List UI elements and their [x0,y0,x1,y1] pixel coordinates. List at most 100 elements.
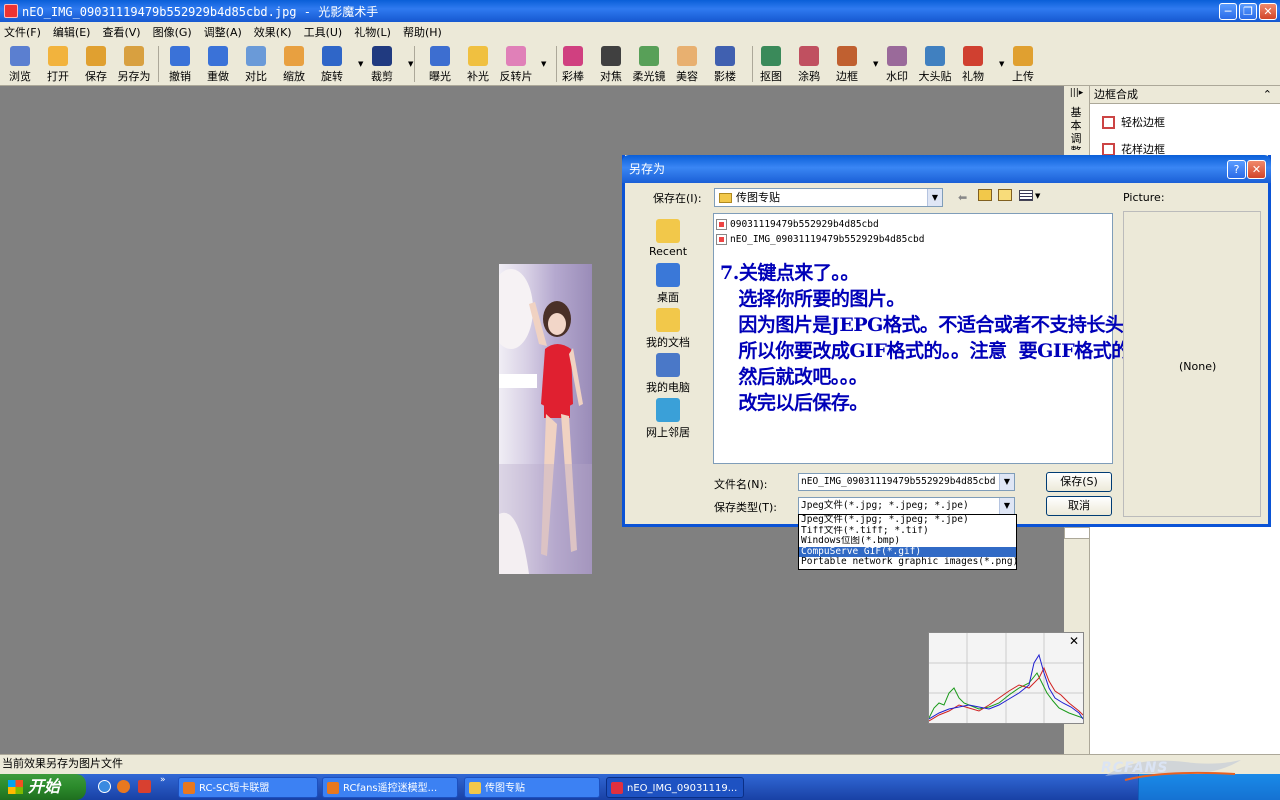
ie-icon[interactable] [98,780,111,793]
menu-item[interactable]: 效果(K) [254,24,292,40]
toolbar-button[interactable]: 打开 [41,44,75,84]
filetype-option[interactable]: CompuServe GIF(*.gif) [799,546,1016,557]
save-in-select[interactable]: 传图专贴 ▼ [714,188,943,207]
toolbar-button[interactable]: 撤销 [163,44,197,84]
panel-item-easy-frame[interactable]: 轻松边框 [1102,114,1165,130]
place-label: Recent [648,245,688,258]
help-button[interactable]: ? [1227,160,1246,179]
filetype-dropdown-list[interactable]: Jpeg文件(*.jpg; *.jpeg; *.jpe) Tiff文件(*.tif… [798,514,1017,570]
place-recent[interactable]: Recent [634,219,702,258]
up-folder-icon[interactable] [978,189,992,201]
toolbar-button[interactable]: 旋转 [315,44,349,84]
toolbar-button[interactable]: 反转片 [499,44,533,84]
dropdown-arrow-icon[interactable]: ▼ [999,60,1004,68]
dropdown-arrow-icon[interactable]: ▼ [408,60,413,68]
toolbar-button[interactable]: 裁剪 [365,44,399,84]
filetype-option[interactable]: Jpeg文件(*.jpg; *.jpeg; *.jpe) [799,515,1016,526]
new-folder-icon[interactable] [998,189,1012,201]
app-launch-icon[interactable] [138,780,151,793]
app-icon [183,782,195,794]
toolbar-button[interactable]: 涂鸦 [792,44,826,84]
toolbar-button[interactable]: 对比 [239,44,273,84]
toolbar-button[interactable]: 影楼 [708,44,742,84]
dropdown-arrow-icon[interactable]: ▼ [541,60,546,68]
firefox-icon[interactable] [117,780,130,793]
filetype-option[interactable]: Portable network graphic images(*.png) [799,557,1016,568]
panel-scroll-tab[interactable] [1064,527,1090,539]
back-icon[interactable]: ⬅ [958,191,967,204]
restore-button[interactable]: ❐ [1239,3,1257,20]
taskbar-task[interactable]: nEO_IMG_09031119... [606,777,744,798]
chevron-down-icon[interactable]: ▼ [999,474,1014,490]
eye-icon [10,46,30,66]
toolbar-button[interactable]: 大头贴 [918,44,952,84]
view-dropdown-icon[interactable]: ▼ [1035,192,1040,200]
menu-item[interactable]: 文件(F) [4,24,41,40]
toolbar-button[interactable]: 彩棒 [556,44,590,84]
dropdown-arrow-icon[interactable]: ▼ [873,60,878,68]
photo-canvas[interactable] [489,264,592,574]
filetype-select[interactable]: Jpeg文件(*.jpg; *.jpeg; *.jpe) ▼ [798,497,1015,515]
close-button[interactable]: ✕ [1259,3,1277,20]
taskbar-task[interactable]: 传图专贴 [464,777,600,798]
chevron-down-icon[interactable]: ▼ [999,498,1014,514]
chevron-down-icon[interactable]: ▼ [927,189,942,206]
menu-item[interactable]: 查看(V) [102,24,140,40]
save-button[interactable]: 保存(S) [1046,472,1112,492]
filename-input[interactable]: nEO_IMG_09031119479b552929b4d85cbd ▼ [798,473,1015,491]
window-title: nEO_IMG_09031119479b552929b4d85cbd.jpg -… [22,4,379,19]
toolbar-button[interactable]: 抠图 [754,44,788,84]
redo-icon [208,46,228,66]
exposure-icon [430,46,450,66]
menu-item[interactable]: 礼物(L) [354,24,391,40]
file-item[interactable]: 09031119479b552929b4d85cbd [714,217,1112,232]
tutorial-annotation: 7.关键点来了。。 选择你所要的图片。 因为图片是JEPG格式。不适合或者不支持… [720,260,1142,416]
quicklaunch-more-icon[interactable]: » [160,775,166,785]
file-item[interactable]: nEO_IMG_09031119479b552929b4d85cbd [714,232,1112,247]
toolbar-button[interactable]: 补光 [461,44,495,84]
toolbar-button[interactable]: 浏览 [3,44,37,84]
toolbar-button[interactable]: 另存为 [117,44,151,84]
toolbar-button[interactable]: 礼物 [956,44,990,84]
close-icon[interactable]: ✕ [1069,634,1079,648]
toolbar-button[interactable]: 缩放 [277,44,311,84]
collapse-panel-icon[interactable]: |||▸ [1064,88,1089,98]
toolbar-button[interactable]: 对焦 [594,44,628,84]
cancel-button[interactable]: 取消 [1046,496,1112,516]
toolbar-label: 礼物 [962,70,984,83]
dialog-close-button[interactable]: ✕ [1247,160,1266,179]
toolbar-button[interactable]: 保存 [79,44,113,84]
toolbar-button[interactable]: 水印 [880,44,914,84]
collapse-up-icon[interactable]: ⌃ [1263,86,1272,104]
menu-item[interactable]: 编辑(E) [53,24,91,40]
minimize-button[interactable]: ─ [1219,3,1237,20]
annotation-line: 选择你所要的图片。 [720,288,905,310]
menu-item[interactable]: 帮助(H) [403,24,442,40]
place-my-computer[interactable]: 我的电脑 [634,353,702,395]
taskbar-task[interactable]: RC-SC短卡联盟 [178,777,318,798]
side-tab-basic-adjust[interactable]: 基本调整 [1071,106,1083,150]
view-menu-icon[interactable] [1019,190,1033,201]
toolbar-separator [556,46,557,82]
filetype-option[interactable]: Windows位图(*.bmp) [799,536,1016,547]
toolbar-button[interactable]: 曝光 [423,44,457,84]
toolbar-label: 影楼 [714,70,736,83]
toolbar-button[interactable]: 上传 [1006,44,1040,84]
place-my-documents[interactable]: 我的文档 [634,308,702,350]
menu-item[interactable]: 工具(U) [304,24,343,40]
toolbar-button[interactable]: 边框 [830,44,864,84]
start-button[interactable]: 开始 [0,774,86,800]
menu-item[interactable]: 图像(G) [153,24,192,40]
dropdown-arrow-icon[interactable]: ▼ [358,60,363,68]
doodle-icon [799,46,819,66]
desktop-icon [656,263,680,287]
place-desktop[interactable]: 桌面 [634,263,702,305]
toolbar-button[interactable]: 柔光镜 [632,44,666,84]
taskbar-task[interactable]: RCfans遥控迷模型... [322,777,458,798]
toolbar-button[interactable]: 重做 [201,44,235,84]
place-network[interactable]: 网上邻居 [634,398,702,440]
toolbar-button[interactable]: 美容 [670,44,704,84]
menu-item[interactable]: 调整(A) [204,24,242,40]
filetype-option[interactable]: Tiff文件(*.tiff; *.tif) [799,526,1016,537]
photo-image [489,269,592,574]
